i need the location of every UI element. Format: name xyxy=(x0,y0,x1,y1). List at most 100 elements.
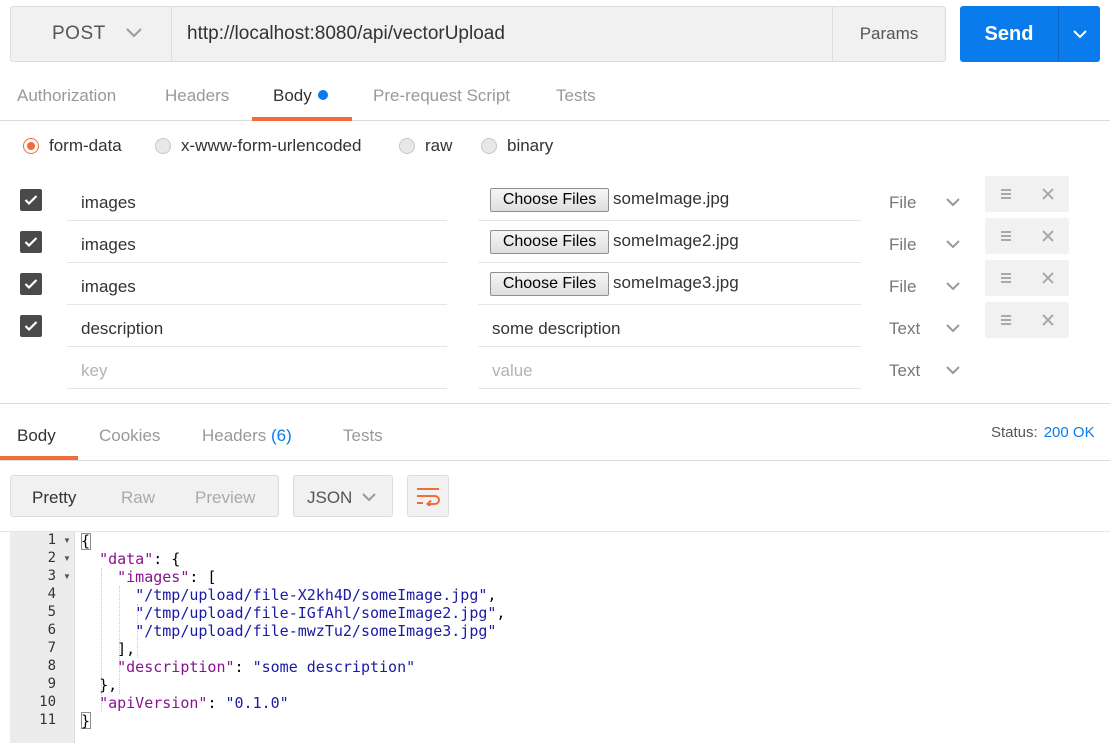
format-select[interactable]: JSON xyxy=(293,475,393,517)
choose-files-button[interactable]: Choose Files xyxy=(490,230,609,254)
key-text: images xyxy=(81,235,136,254)
response-status: Status: 200 OK xyxy=(991,424,1095,441)
url-input[interactable]: http://localhost:8080/api/vectorUpload xyxy=(172,6,833,62)
wrap-lines-button[interactable] xyxy=(407,475,449,517)
value-field: Choose Files someImage.jpg xyxy=(478,183,861,221)
chevron-down-icon[interactable] xyxy=(945,197,961,207)
menu-icon[interactable] xyxy=(999,229,1013,243)
row-enabled-checkbox[interactable] xyxy=(20,315,42,337)
form-row: description some description Text xyxy=(0,302,1110,351)
tab-tests[interactable]: Tests xyxy=(556,86,596,106)
check-icon xyxy=(24,195,38,206)
tab-response-body[interactable]: Body xyxy=(17,426,56,446)
close-icon[interactable] xyxy=(1041,271,1055,285)
type-label: Text xyxy=(889,361,921,380)
menu-icon[interactable] xyxy=(999,187,1013,201)
type-label: File xyxy=(889,235,917,254)
chevron-down-icon[interactable] xyxy=(945,281,961,291)
status-label: Status: xyxy=(991,424,1038,441)
check-icon xyxy=(24,279,38,290)
view-pretty-button[interactable]: Pretty xyxy=(32,488,76,508)
row-enabled-checkbox[interactable] xyxy=(20,273,42,295)
active-tab-indicator xyxy=(0,456,78,460)
code-line: "/tmp/upload/file-X2kh4D/someImage.jpg", xyxy=(135,586,497,604)
tab-headers[interactable]: Headers xyxy=(165,86,229,106)
response-tabs: Body Cookies Headers (6) Tests Status: 20… xyxy=(0,404,1110,461)
menu-icon[interactable] xyxy=(999,313,1013,327)
json-brace: } xyxy=(81,712,91,730)
tab-body-label: Body xyxy=(273,86,312,105)
key-text: images xyxy=(81,277,136,296)
tab-authorization[interactable]: Authorization xyxy=(17,86,116,106)
code-line: "apiVersion": "0.1.0" xyxy=(99,694,289,712)
tab-body[interactable]: Body xyxy=(273,86,328,106)
tab-test-results[interactable]: Tests xyxy=(343,426,383,446)
key-field[interactable]: description xyxy=(67,309,447,347)
modified-dot-icon xyxy=(317,90,328,100)
response-code-view[interactable]: { "data": { "images": [ "/tmp/upload/fil… xyxy=(0,532,1110,743)
chevron-down-icon xyxy=(125,27,143,39)
value-text: some description xyxy=(492,319,621,338)
row-enabled-checkbox[interactable] xyxy=(20,189,42,211)
row-enabled-checkbox[interactable] xyxy=(20,231,42,253)
send-button[interactable]: Send xyxy=(960,6,1058,62)
chevron-down-icon xyxy=(361,492,377,502)
form-row-new: key value Text xyxy=(0,351,1110,393)
close-icon[interactable] xyxy=(1041,229,1055,243)
tab-cookies[interactable]: Cookies xyxy=(99,426,160,446)
view-mode-group: Pretty Raw Preview xyxy=(10,475,279,517)
json-string: "0.1.0" xyxy=(225,694,289,712)
menu-icon[interactable] xyxy=(999,271,1013,285)
close-icon[interactable] xyxy=(1041,187,1055,201)
row-actions xyxy=(985,176,1069,212)
view-preview-button[interactable]: Preview xyxy=(195,488,255,508)
key-field[interactable]: images xyxy=(67,183,447,221)
method-select[interactable]: POST xyxy=(10,6,172,62)
json-brace: { xyxy=(81,532,91,550)
key-placeholder: key xyxy=(81,361,108,380)
radio-selected-icon xyxy=(23,138,39,154)
code-line: } xyxy=(81,712,90,730)
radio-unselected-icon xyxy=(155,138,171,154)
chevron-down-icon[interactable] xyxy=(945,365,961,375)
radio-binary[interactable]: binary xyxy=(481,136,553,156)
radio-x-www-form-urlencoded[interactable]: x-www-form-urlencoded xyxy=(155,136,361,156)
radio-unselected-icon xyxy=(399,138,415,154)
params-button[interactable]: Params xyxy=(832,6,946,62)
radio-form-data[interactable]: form-data xyxy=(23,136,122,156)
row-actions xyxy=(985,302,1069,338)
value-field[interactable]: some description xyxy=(478,309,861,347)
tab-response-headers[interactable]: Headers (6) xyxy=(202,426,292,446)
file-name: someImage3.jpg xyxy=(613,273,739,292)
json-string: "some description" xyxy=(252,658,416,676)
value-placeholder: value xyxy=(492,361,533,380)
value-field[interactable]: value xyxy=(478,351,861,389)
tab-response-headers-label: Headers xyxy=(202,426,267,445)
send-options-button[interactable] xyxy=(1058,6,1100,62)
status-value: 200 OK xyxy=(1043,424,1095,441)
value-field: Choose Files someImage2.jpg xyxy=(478,225,861,263)
code-line: }, xyxy=(99,676,118,694)
close-icon[interactable] xyxy=(1041,313,1055,327)
active-tab-indicator xyxy=(252,117,352,121)
chevron-down-icon[interactable] xyxy=(945,239,961,249)
key-field[interactable]: images xyxy=(67,225,447,263)
type-label: File xyxy=(889,193,917,212)
tab-pre-request-script[interactable]: Pre-request Script xyxy=(373,86,510,106)
key-field[interactable]: images xyxy=(67,267,447,305)
view-raw-button[interactable]: Raw xyxy=(121,488,155,508)
check-icon xyxy=(24,237,38,248)
file-name: someImage.jpg xyxy=(613,189,730,208)
json-string: "/tmp/upload/file-IGfAhl/someImage2.jpg" xyxy=(135,604,497,622)
body-type-selector: form-data x-www-form-urlencoded raw bina… xyxy=(0,132,1110,162)
radio-raw[interactable]: raw xyxy=(399,136,452,156)
json-key: "images" xyxy=(117,568,190,586)
chevron-down-icon xyxy=(1072,29,1088,39)
format-label: JSON xyxy=(307,488,353,507)
method-label: POST xyxy=(52,23,106,44)
choose-files-button[interactable]: Choose Files xyxy=(490,188,609,212)
form-row: images Choose Files someImage2.jpg File xyxy=(0,218,1110,267)
choose-files-button[interactable]: Choose Files xyxy=(490,272,609,296)
key-field[interactable]: key xyxy=(67,351,447,389)
chevron-down-icon[interactable] xyxy=(945,323,961,333)
